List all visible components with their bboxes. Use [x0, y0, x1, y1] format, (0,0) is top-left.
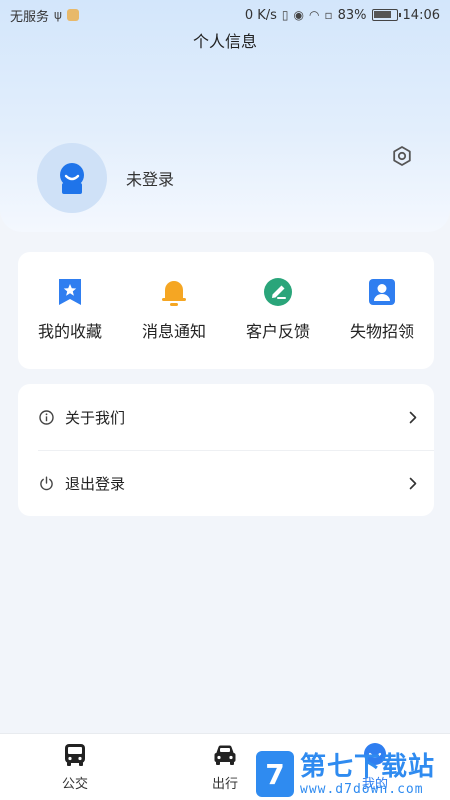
quick-action-lost-found[interactable]: 失物招领 [330, 252, 434, 369]
tab-label: 公交 [61, 777, 88, 792]
menu-item-label: 退出登录 [65, 474, 126, 493]
info-icon [38, 409, 54, 425]
tab-bus[interactable]: 公交 [0, 734, 150, 800]
quick-action-favorites[interactable]: 我的收藏 [18, 252, 122, 369]
feedback-pen-icon [262, 276, 294, 308]
battery-percent: 83% [337, 7, 367, 23]
watermark-text: 第七下载站 www.d7down.com [300, 752, 435, 797]
status-bar: 无服务 ψ 0 K/s ▯ ◉ ◠ ▫ 83% 14:06 [0, 0, 450, 30]
menu-item-logout[interactable]: 退出登录 [18, 450, 434, 516]
usb-icon: ψ [54, 8, 62, 22]
quick-action-label: 消息通知 [141, 322, 206, 341]
vibrate-icon: ▯ [281, 8, 289, 22]
tab-label: 出行 [211, 777, 238, 792]
quick-action-label: 失物招领 [349, 322, 414, 341]
eye-icon: ◉ [293, 8, 304, 22]
settings-gear-icon [393, 146, 411, 166]
menu-card: 关于我们 退出登录 [18, 384, 434, 516]
clock-text: 14:06 [402, 7, 440, 23]
status-right: 0 K/s ▯ ◉ ◠ ▫ 83% 14:06 [245, 8, 440, 23]
wifi-icon: ◠ [309, 8, 320, 22]
watermark-url: www.d7down.com [300, 781, 424, 797]
watermark-logo: 7 [256, 751, 294, 797]
settings-button[interactable] [390, 144, 414, 168]
person-card-icon [366, 276, 398, 308]
chevron-right-icon [408, 476, 418, 490]
quick-actions-card: 我的收藏 消息通知 客户反馈 失物招领 [18, 252, 434, 369]
bell-icon [158, 276, 190, 308]
quick-action-label: 客户反馈 [245, 322, 310, 341]
battery-icon [371, 9, 401, 21]
page-title: 个人信息 [192, 32, 257, 51]
net-speed-text: 0 K/s [244, 7, 277, 23]
status-left: 无服务 ψ [10, 6, 79, 25]
login-status-label[interactable]: 未登录 [126, 166, 174, 190]
watermark: 7 第七下载站 www.d7down.com [256, 748, 435, 800]
quick-action-label: 我的收藏 [37, 322, 102, 341]
quick-action-notifications[interactable]: 消息通知 [122, 252, 226, 369]
avatar-face-icon [60, 163, 84, 194]
quick-action-feedback[interactable]: 客户反馈 [226, 252, 330, 369]
sim-icon: ▫ [324, 8, 333, 22]
menu-item-label: 关于我们 [65, 408, 126, 427]
chevron-right-icon [408, 410, 418, 424]
watermark-name: 第七下载站 [300, 751, 436, 782]
power-icon [38, 475, 54, 491]
avatar[interactable] [37, 143, 107, 213]
car-icon [211, 741, 239, 769]
bus-icon [61, 741, 89, 769]
profile-section[interactable]: 未登录 [37, 143, 174, 213]
app-notification-icon [66, 9, 79, 21]
carrier-text: 无服务 [10, 9, 50, 25]
menu-item-about[interactable]: 关于我们 [18, 384, 434, 450]
bookmark-star-icon [54, 276, 86, 308]
